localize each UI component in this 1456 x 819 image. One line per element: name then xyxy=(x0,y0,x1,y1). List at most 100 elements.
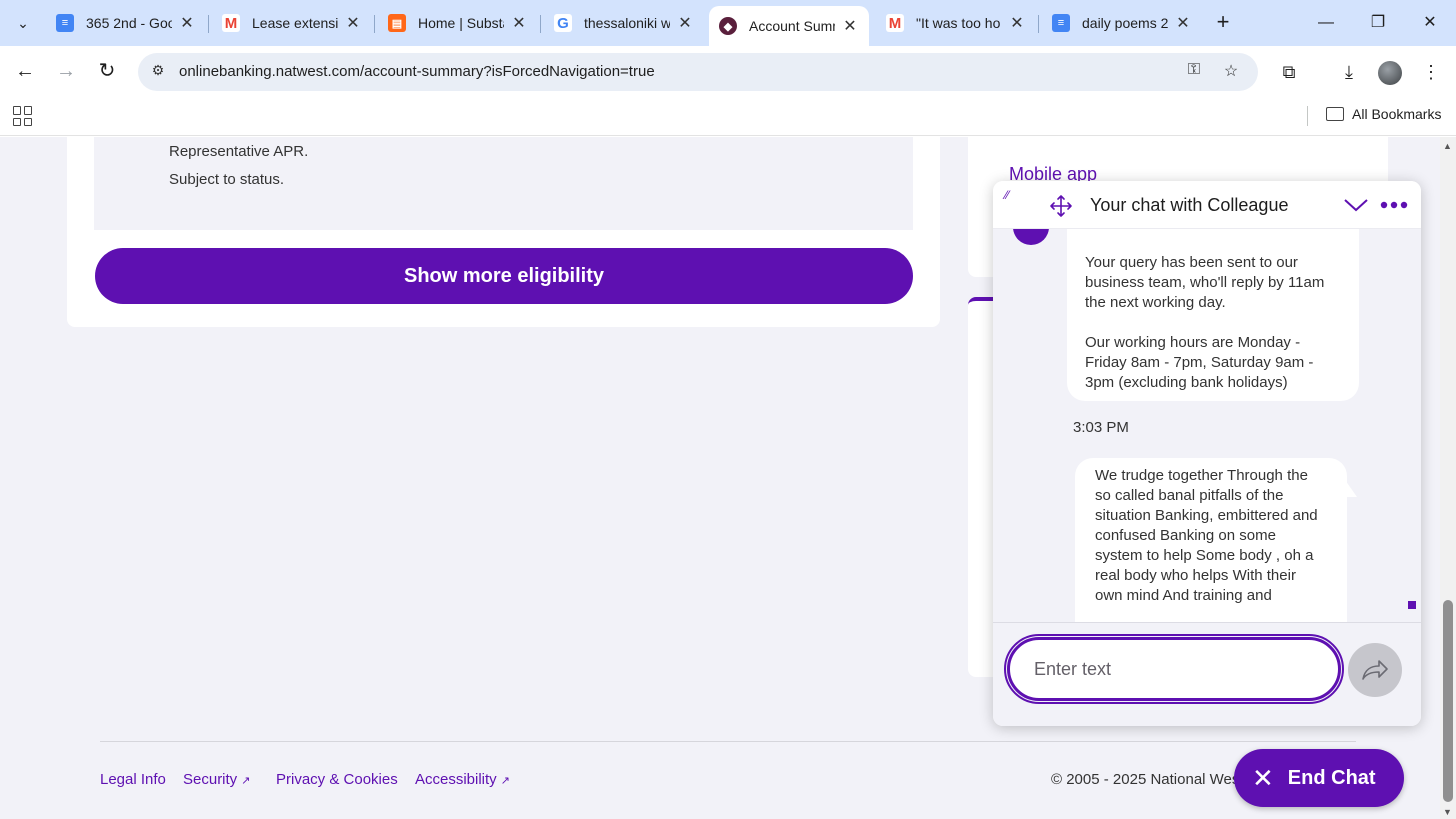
bookmarks-separator xyxy=(1307,106,1308,126)
chat-title: Your chat with Colleague xyxy=(1090,195,1289,215)
tab-search-chevron-icon[interactable]: ⌄ xyxy=(8,8,38,38)
tab-separator xyxy=(208,15,209,33)
tab-gmail-too-hot[interactable]: M "It was too ho ✕ xyxy=(876,6,1036,40)
chat-text-input[interactable] xyxy=(1004,634,1344,704)
close-tab-icon[interactable]: ✕ xyxy=(178,13,196,33)
close-icon: ✕ xyxy=(1252,763,1274,793)
footer-security-link[interactable]: Security ↗ xyxy=(183,771,250,788)
tab-title: "It was too ho xyxy=(916,15,1001,31)
scroll-up-arrow-icon[interactable]: ▲ xyxy=(1443,141,1452,151)
tab-separator xyxy=(1038,15,1039,33)
url-text[interactable]: onlinebanking.natwest.com/account-summar… xyxy=(179,63,655,80)
end-chat-button[interactable]: ✕ End Chat xyxy=(1234,749,1404,807)
tab-google-search[interactable]: G thessaloniki w ✕ xyxy=(544,6,704,40)
gmail-icon: M xyxy=(886,14,904,32)
close-tab-icon[interactable]: ✕ xyxy=(1008,13,1026,33)
tab-docs-365[interactable]: ≡ 365 2nd - Goo ✕ xyxy=(46,6,206,40)
minimize-window-icon[interactable]: — xyxy=(1306,8,1346,38)
footer-link-label: Security xyxy=(183,771,238,788)
notice-line-apr: Representative APR. xyxy=(169,143,309,160)
agent-avatar xyxy=(1013,229,1049,245)
bubble-tail xyxy=(1343,477,1357,497)
resize-grip-icon[interactable]: ⁄⁄ xyxy=(1005,188,1009,202)
tab-separator xyxy=(374,15,375,33)
extensions-puzzle-icon[interactable]: ⧉ xyxy=(1275,58,1303,86)
tab-docs-daily-poems[interactable]: ≡ daily poems 2 ✕ xyxy=(1042,6,1202,40)
download-icon[interactable]: ⤓ xyxy=(1335,58,1363,86)
chat-header: ⁄⁄ Your chat with Colleague xyxy=(993,181,1421,229)
tab-title: Account Summ xyxy=(749,18,835,34)
scroll-thumb[interactable] xyxy=(1443,600,1453,802)
chat-widget: ⁄⁄ Your chat with Colleague Your query h… xyxy=(993,181,1421,726)
close-tab-icon[interactable]: ✕ xyxy=(1174,13,1192,33)
chat-messages[interactable]: Your query has been sent to our business… xyxy=(993,229,1421,622)
tab-title: 365 2nd - Goo xyxy=(86,15,172,31)
address-bar[interactable]: ⚙ onlinebanking.natwest.com/account-summ… xyxy=(138,53,1258,91)
end-chat-label: End Chat xyxy=(1287,766,1376,789)
docs-icon: ≡ xyxy=(1052,14,1070,32)
tab-substack[interactable]: ▤ Home | Substa ✕ xyxy=(378,6,538,40)
restore-window-icon[interactable]: ❐ xyxy=(1358,8,1398,38)
minimize-chevron-icon[interactable] xyxy=(1343,195,1369,215)
password-key-icon[interactable]: ⚿ xyxy=(1182,61,1206,83)
message-timestamp: 3:03 PM xyxy=(1073,419,1129,436)
new-tab-plus-icon[interactable]: + xyxy=(1210,10,1236,36)
folder-icon xyxy=(1326,107,1344,121)
google-icon: G xyxy=(554,14,572,32)
natwest-icon: ◆ xyxy=(719,17,737,35)
docs-icon: ≡ xyxy=(56,14,74,32)
footer-link-label: Privacy & Cookies xyxy=(276,771,398,788)
close-tab-icon[interactable]: ✕ xyxy=(344,13,362,33)
more-options-icon[interactable] xyxy=(1379,195,1409,215)
tab-gmail-lease[interactable]: M Lease extensio ✕ xyxy=(212,6,372,40)
page-scrollbar[interactable]: ▲ ▼ xyxy=(1440,137,1456,819)
eligibility-card: Representative APR. Subject to status. S… xyxy=(67,137,940,327)
user-message-text: We trudge together Through the so called… xyxy=(1095,467,1318,604)
browser-menu-icon[interactable]: ⋮ xyxy=(1417,58,1445,86)
footer-legal-info-link[interactable]: Legal Info xyxy=(100,771,166,788)
footer-accessibility-link[interactable]: Accessibility ↗ xyxy=(415,771,510,788)
agent-message-bubble: Your query has been sent to our business… xyxy=(1067,229,1359,401)
tab-strip: ⌄ ≡ 365 2nd - Goo ✕ M Lease extensio ✕ ▤… xyxy=(0,0,1456,46)
footer-divider xyxy=(100,741,1356,742)
show-more-eligibility-button[interactable]: Show more eligibility xyxy=(95,248,913,304)
bookmark-star-icon[interactable]: ☆ xyxy=(1219,61,1243,83)
back-arrow-icon[interactable]: ← xyxy=(11,58,39,86)
external-link-icon: ↗ xyxy=(500,775,510,787)
send-arrow-icon xyxy=(1362,660,1388,680)
forward-arrow-icon[interactable]: → xyxy=(52,58,80,86)
close-tab-icon[interactable]: ✕ xyxy=(510,13,528,33)
tab-account-summary[interactable]: ◆ Account Summ ✕ xyxy=(709,6,869,46)
tab-title: Lease extensio xyxy=(252,15,338,31)
chat-scroll-indicator xyxy=(1408,601,1416,609)
reload-icon[interactable]: ↻ xyxy=(93,58,121,86)
apps-grid-icon[interactable] xyxy=(13,106,33,126)
chat-input-area xyxy=(993,622,1421,726)
send-message-button[interactable] xyxy=(1348,643,1402,697)
notice-line-status: Subject to status. xyxy=(169,171,285,188)
move-drag-icon[interactable] xyxy=(1049,194,1073,218)
site-settings-icon[interactable]: ⚙ xyxy=(148,62,168,82)
tab-title: Home | Substa xyxy=(418,15,504,31)
footer-link-label: Legal Info xyxy=(100,771,166,788)
agent-message-text: Your query has been sent to our business… xyxy=(1085,254,1325,311)
profile-avatar[interactable] xyxy=(1378,61,1402,85)
close-tab-icon[interactable]: ✕ xyxy=(841,16,859,36)
browser-toolbar: ← → ↻ ⚙ onlinebanking.natwest.com/accoun… xyxy=(0,46,1456,96)
tab-title: daily poems 2 xyxy=(1082,15,1168,31)
footer-link-label: Accessibility xyxy=(415,771,497,788)
scroll-down-arrow-icon[interactable]: ▼ xyxy=(1443,807,1452,817)
gmail-icon: M xyxy=(222,14,240,32)
agent-message-text: Our working hours are Monday - Friday 8a… xyxy=(1085,334,1314,391)
external-link-icon: ↗ xyxy=(241,775,251,787)
close-window-icon[interactable]: ✕ xyxy=(1410,8,1450,38)
footer-privacy-cookies-link[interactable]: Privacy & Cookies xyxy=(276,771,398,788)
all-bookmarks-button[interactable]: All Bookmarks xyxy=(1326,106,1441,122)
close-tab-icon[interactable]: ✕ xyxy=(676,13,694,33)
tab-title: thessaloniki w xyxy=(584,15,670,31)
user-message-bubble: We trudge together Through the so called… xyxy=(1075,458,1347,622)
loan-notice-box: Representative APR. Subject to status. xyxy=(94,137,913,230)
tab-separator xyxy=(540,15,541,33)
all-bookmarks-label: All Bookmarks xyxy=(1352,106,1442,122)
copyright-text: © 2005 - 2025 National Wes xyxy=(1051,771,1240,788)
